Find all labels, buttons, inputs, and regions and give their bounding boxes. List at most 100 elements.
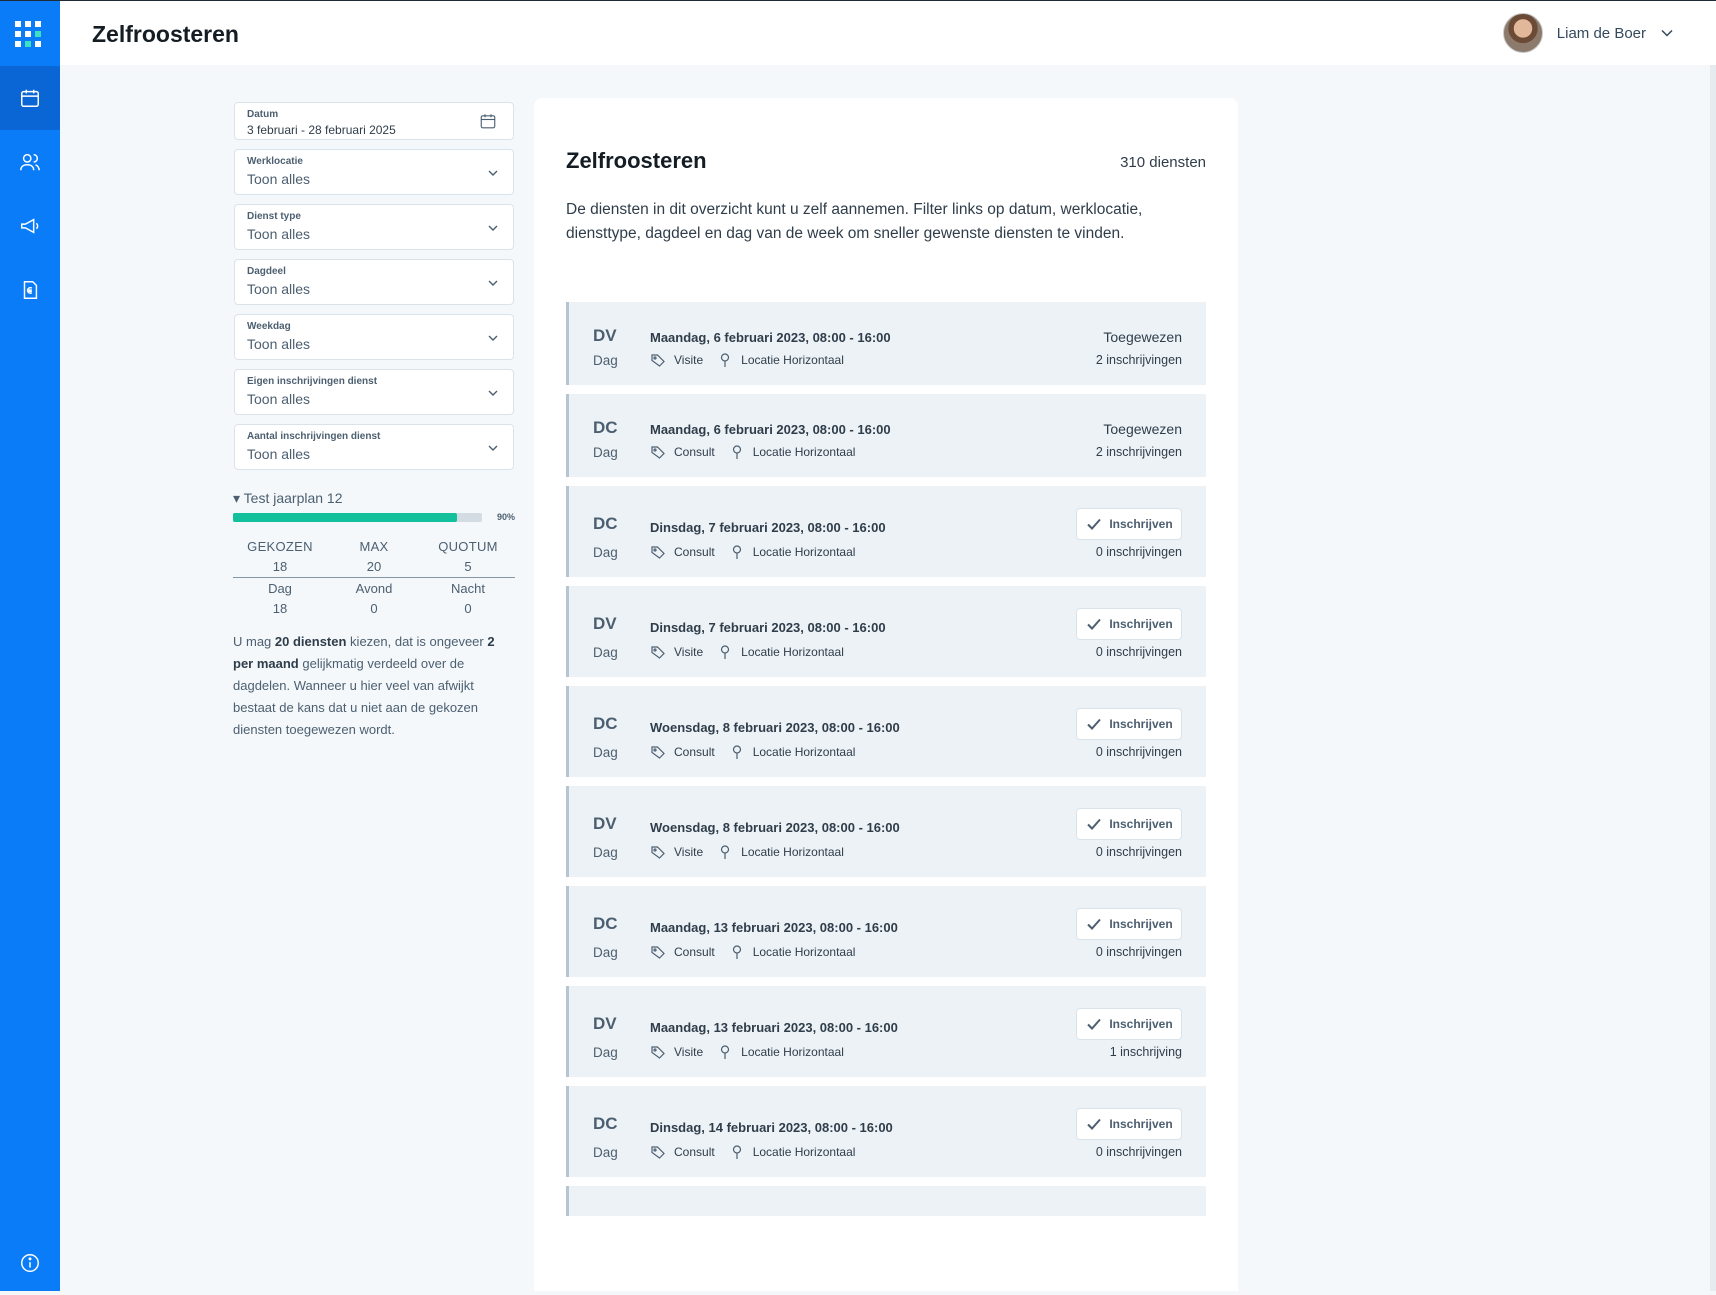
shift-registrations: 0 inschrijvingen — [1095, 545, 1182, 559]
progress-track — [233, 513, 482, 522]
shift-row[interactable]: DV Dag Dinsdag, 7 februari 2023, 08:00 -… — [566, 586, 1206, 677]
shift-code: DC — [593, 418, 618, 437]
shift-row[interactable]: DC Dag Maandag, 6 februari 2023, 08:00 -… — [566, 394, 1206, 477]
shift-code: DV — [593, 614, 617, 633]
sidebar-item-users[interactable] — [0, 130, 60, 194]
shift-type-select[interactable]: Dienst type Toon alles — [234, 204, 514, 250]
daypart-header: Avond — [355, 581, 393, 596]
shift-type: Visite — [674, 353, 704, 367]
shift-daypart: Dag — [593, 353, 618, 368]
shift-location: Locatie Horizontaal — [741, 1045, 844, 1059]
register-button-label: Inschrijven — [1109, 617, 1173, 631]
plan-toggle[interactable]: ▾ Test jaarplan 12 — [233, 490, 515, 507]
location-pin-icon — [732, 945, 741, 959]
shift-registrations: 0 inschrijvingen — [1095, 945, 1182, 959]
daypart-header: Dag — [268, 581, 292, 596]
shift-location-wrap: Locatie Horizontaal — [717, 352, 844, 368]
plan-text-part: U mag — [233, 634, 275, 649]
register-button[interactable]: Inschrijven — [1076, 1008, 1182, 1040]
check-icon — [1087, 618, 1102, 630]
shift-location-wrap: Locatie Horizontaal — [729, 1144, 855, 1160]
register-button-label: Inschrijven — [1109, 1117, 1173, 1131]
check-icon — [1087, 1018, 1102, 1030]
shift-location-wrap: Locatie Horizontaal — [729, 444, 855, 460]
shift-registrations: 0 inschrijvingen — [1095, 1145, 1182, 1159]
calendar-icon[interactable] — [479, 112, 497, 130]
top-bar: Zelfroosteren Liam de Boer — [60, 0, 1716, 65]
shift-row[interactable]: DV Dag Woensdag, 8 februari 2023, 08:00 … — [566, 786, 1206, 877]
shift-meta: Consult Locatie Horizontaal — [650, 444, 855, 460]
location-select[interactable]: Werklocatie Toon alles — [234, 149, 514, 195]
shift-row[interactable]: DC Dag Dinsdag, 7 februari 2023, 08:00 -… — [566, 486, 1206, 577]
register-button[interactable]: Inschrijven — [1076, 808, 1182, 840]
shift-type: Visite — [674, 645, 704, 659]
sidebar-item-announcements[interactable] — [0, 194, 60, 258]
shift-registrations: 0 inschrijvingen — [1095, 645, 1182, 659]
date-range-field[interactable]: Datum 3 februari - 28 februari 2025 — [234, 102, 514, 140]
register-button[interactable]: Inschrijven — [1076, 608, 1182, 640]
plan-progress: 90% — [233, 511, 515, 523]
register-button[interactable]: Inschrijven — [1076, 908, 1182, 940]
tag-icon — [651, 1046, 665, 1059]
shift-status: Toegewezen — [1103, 421, 1182, 437]
shift-date: Woensdag, 8 februari 2023, 08:00 - 16:00 — [650, 820, 900, 835]
chevron-down-icon — [488, 170, 498, 176]
sidebar-item-info[interactable] — [0, 1231, 60, 1295]
own-registrations-select[interactable]: Eigen inschrijvingen dienst Toon alles — [234, 369, 514, 415]
weekday-select[interactable]: Weekdag Toon alles — [234, 314, 514, 360]
field-value: 3 februari - 28 februari 2025 — [247, 123, 396, 137]
shift-row[interactable]: DV Dag Maandag, 13 februari 2023, 08:00 … — [566, 986, 1206, 1077]
progress-percent: 90% — [496, 512, 515, 522]
shift-row[interactable]: DC Dag Woensdag, 8 februari 2023, 08:00 … — [566, 686, 1206, 777]
stat-value: 18 — [272, 559, 288, 574]
sidebar-item-calendar[interactable] — [0, 66, 60, 130]
shift-date: Maandag, 6 februari 2023, 08:00 - 16:00 — [650, 330, 891, 345]
daypart-select[interactable]: Dagdeel Toon alles — [234, 259, 514, 305]
sidebar-item-invoices[interactable] — [0, 258, 60, 322]
shift-daypart: Dag — [593, 545, 618, 560]
register-button[interactable]: Inschrijven — [1076, 1108, 1182, 1140]
plan-summary: ▾ Test jaarplan 12 90% GEKOZEN MAX QUOTU… — [233, 490, 515, 741]
shift-location-wrap: Locatie Horizontaal — [717, 1044, 844, 1060]
registration-count-select[interactable]: Aantal inschrijvingen dienst Toon alles — [234, 424, 514, 470]
user-menu[interactable]: Liam de Boer — [1502, 13, 1674, 53]
tag-icon — [651, 1146, 665, 1159]
apps-grid-icon[interactable] — [15, 21, 41, 47]
invoice-icon — [23, 281, 38, 299]
field-value: Toon alles — [247, 171, 311, 187]
chevron-down-icon — [488, 445, 498, 451]
location-pin-icon — [732, 445, 741, 459]
field-label: Dagdeel — [247, 266, 286, 277]
stat-value: 20 — [366, 559, 382, 574]
shift-row[interactable]: DV Dag Maandag, 6 februari 2023, 08:00 -… — [566, 302, 1206, 385]
shift-registrations: 2 inschrijvingen — [1095, 353, 1182, 367]
field-label: Weekdag — [247, 321, 291, 332]
avatar — [1502, 13, 1543, 53]
shift-location: Locatie Horizontaal — [741, 645, 844, 659]
shift-location-wrap: Locatie Horizontaal — [717, 844, 844, 860]
daypart-value: 0 — [464, 601, 472, 616]
location-pin-icon — [721, 353, 730, 367]
shift-row[interactable]: DC Dag Dinsdag, 14 februari 2023, 08:00 … — [566, 1086, 1206, 1177]
tag-icon — [651, 946, 665, 959]
shift-location-wrap: Locatie Horizontaal — [729, 544, 855, 560]
field-value: Toon alles — [247, 226, 311, 242]
shift-meta: Visite Locatie Horizontaal — [650, 352, 844, 368]
plan-explanation: U mag 20 diensten kiezen, dat is ongevee… — [233, 631, 515, 741]
register-button[interactable]: Inschrijven — [1076, 708, 1182, 740]
page-scrollbar[interactable] — [1710, 65, 1716, 1291]
tag-icon — [651, 646, 665, 659]
register-button-label: Inschrijven — [1109, 717, 1173, 731]
shift-meta: Consult Locatie Horizontaal — [650, 944, 855, 960]
location-pin-icon — [721, 845, 730, 859]
shift-row[interactable]: DC Dag Maandag, 13 februari 2023, 08:00 … — [566, 886, 1206, 977]
plan-text-emphasis: 20 diensten — [274, 634, 347, 649]
register-button[interactable]: Inschrijven — [1076, 508, 1182, 540]
shift-type: Visite — [674, 845, 704, 859]
shift-date: Woensdag, 8 februari 2023, 08:00 - 16:00 — [650, 720, 900, 735]
shift-registrations: 0 inschrijvingen — [1095, 845, 1182, 859]
location-pin-icon — [721, 645, 730, 659]
shift-row[interactable] — [566, 1186, 1206, 1216]
shift-location: Locatie Horizontaal — [741, 845, 844, 859]
card-description: De diensten in dit overzicht kunt u zelf… — [566, 201, 1143, 242]
